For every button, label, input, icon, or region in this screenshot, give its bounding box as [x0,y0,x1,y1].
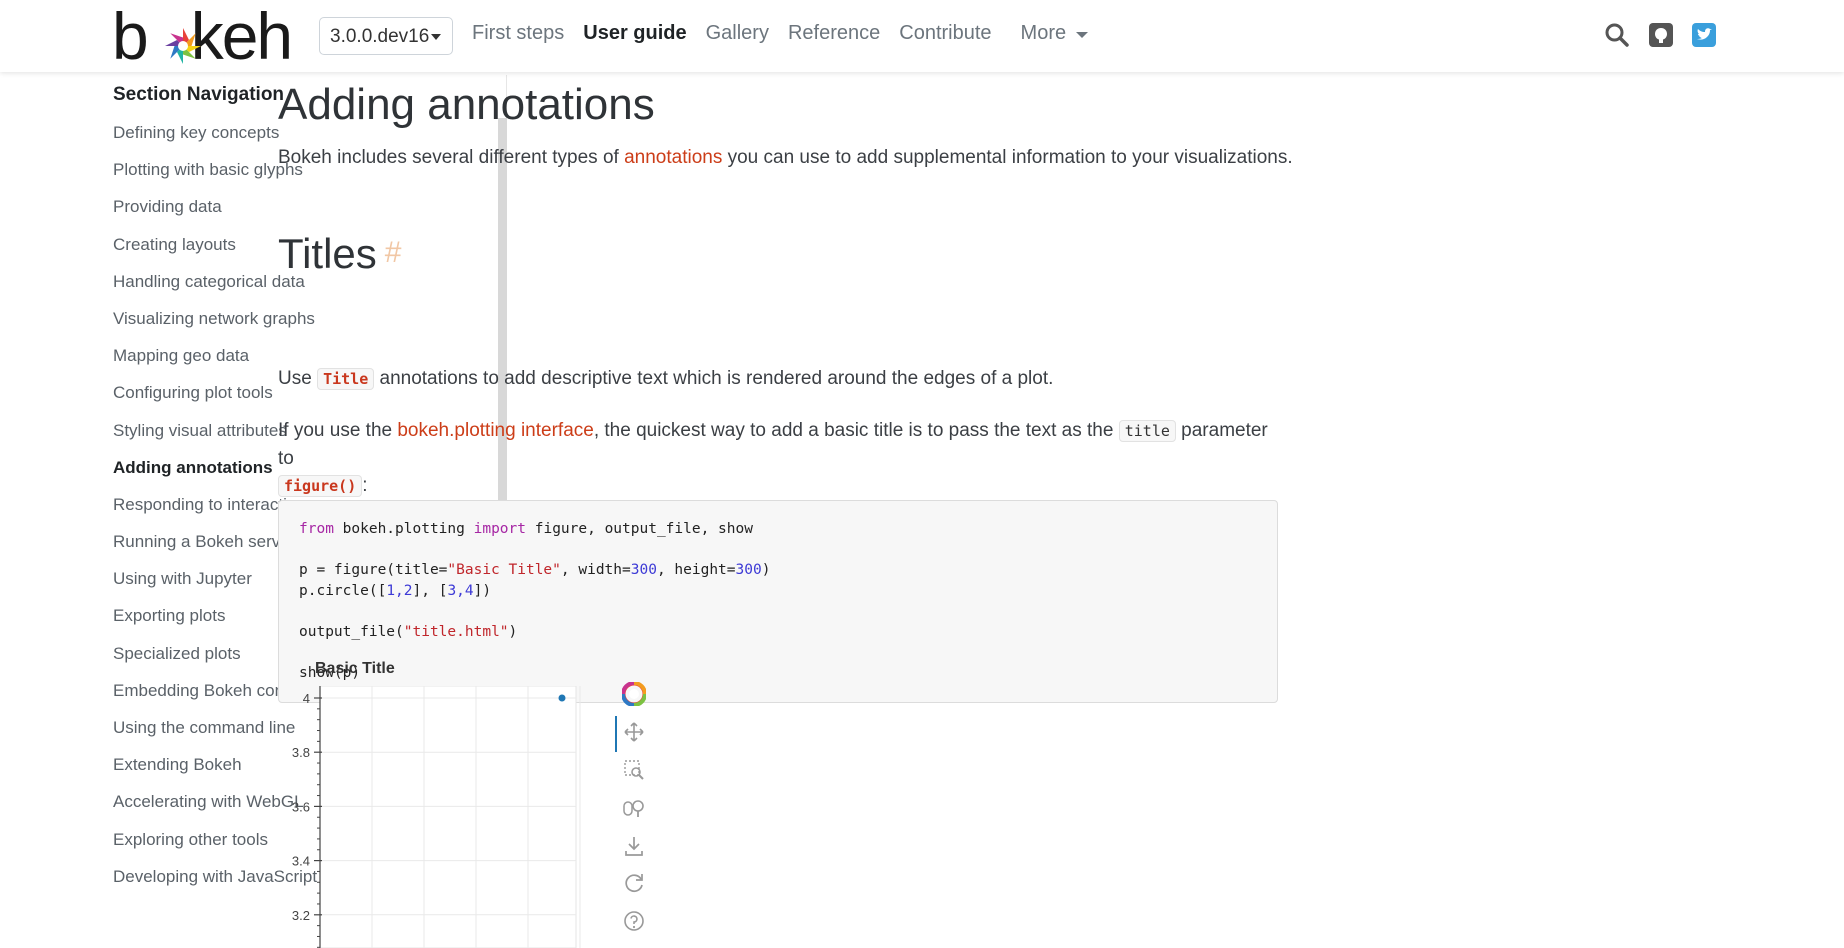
titles-description: Use Title annotations to add descriptive… [278,365,1053,393]
active-tool-indicator [615,716,617,752]
inline-code-title[interactable]: Title [317,368,375,390]
y-tick-label: 3.2 [292,908,310,923]
nav-gallery[interactable]: Gallery [706,22,769,45]
para-text-end: : [362,475,368,496]
wheel-zoom-icon[interactable] [622,796,646,820]
section-anchor-link[interactable]: # [385,236,402,269]
sidebar-item-exploring-other-tools[interactable]: Exploring other tools [113,827,283,864]
top-navbar: b keh 3.0.0.dev16 First steps User guide … [0,0,1844,73]
annotations-link[interactable]: annotations [624,147,722,168]
sidebar-item-running-a-bokeh-server[interactable]: Running a Bokeh server [113,529,295,566]
github-icon[interactable] [1648,22,1674,48]
nav-user-guide[interactable]: User guide [583,22,686,45]
sidebar-item-accelerating-with-webgl[interactable]: Accelerating with WebGL [113,789,304,826]
plot-toolbar [614,682,654,948]
sidebar-item-developing-with-javascript[interactable]: Developing with JavaScript [113,864,317,901]
y-tick-label: 3.8 [292,745,310,760]
code-line-4: output_file("title.html") [299,623,518,640]
chevron-down-icon [1076,32,1089,38]
pan-icon[interactable] [622,720,646,744]
section-title-titles: Titles # [278,222,401,285]
sidebar-item-using-with-jupyter[interactable]: Using with Jupyter [113,566,283,603]
data-point[interactable] [558,694,566,702]
twitter-icon[interactable] [1691,22,1717,48]
sidebar-item-providing-data[interactable]: Providing data [113,194,283,231]
code-line-2: p = figure(title="Basic Title", width=30… [299,562,771,578]
sidebar-item-plotting-with-basic-glyphs[interactable]: Plotting with basic glyphs [113,157,303,194]
para-text-mid: , the quickest way to add a basic title … [593,420,1119,441]
y-tick-label: 3.6 [292,799,310,814]
version-value: 3.0.0.dev16 [330,26,430,47]
nav-reference[interactable]: Reference [788,22,880,45]
plot-frame [319,686,577,948]
sidebar-item-exporting-plots[interactable]: Exporting plots [113,603,283,640]
sidebar-item-styling-visual-attributes[interactable]: Styling visual attributes [113,418,287,455]
code-line-1: from bokeh.plotting import figure, outpu… [299,521,753,537]
sidebar-item-extending-bokeh[interactable]: Extending Bokeh [113,752,283,789]
lead-text: Bokeh includes several different types o… [278,147,625,168]
bokeh-logo-icon[interactable] [622,682,646,706]
sidebar-item-mapping-geo-data[interactable]: Mapping geo data [113,343,283,380]
section-title-text: Titles [278,230,377,277]
section-navigation: Section Navigation Defining key concepts… [113,84,317,901]
main-nav: First steps User guide Gallery Reference… [472,22,1107,45]
y-tick-label: 4 [303,691,310,706]
search-icon[interactable] [1604,22,1630,48]
nav-more-label: More [1020,22,1067,44]
version-dropdown[interactable]: 3.0.0.dev16 [319,17,453,55]
box-zoom-icon[interactable] [622,758,646,782]
plotting-interface-paragraph: If you use the bokeh.plotting interface,… [278,417,1280,500]
sidebar-item-using-the-command-line[interactable]: Using the command line [113,715,295,752]
bokeh-plotting-link[interactable]: bokeh.plotting interface [397,420,593,441]
bokeh-plot[interactable]: Basic Title 4 3.8 3.6 3.4 3.2 [278,656,658,948]
lead-paragraph: Bokeh includes several different types o… [278,144,1293,171]
inline-code-title-param: title [1118,420,1176,442]
sidebar-title: Section Navigation [113,84,285,105]
nav-contribute[interactable]: Contribute [899,22,991,45]
sidebar-item-configuring-plot-tools[interactable]: Configuring plot tools [113,380,283,417]
plot-canvas[interactable]: 4 3.8 3.6 3.4 3.2 [278,686,618,948]
sidebar-item-defining-key-concepts[interactable]: Defining key concepts [113,120,283,157]
save-icon[interactable] [622,834,646,858]
y-tick-label: 3.4 [292,854,310,869]
sidebar-item-embedding-bokeh-content[interactable]: Embedding Bokeh content [113,678,312,715]
bokeh-flower-icon [165,28,201,64]
plot-title: Basic Title [315,660,395,677]
para-text-end: annotations to add descriptive text whic… [374,368,1054,389]
sidebar-item-visualizing-network-graphs[interactable]: Visualizing network graphs [113,306,315,343]
para-text: Use [278,368,318,389]
main-content: Adding annotations Bokeh includes severa… [278,70,1293,703]
bokeh-logo[interactable]: b keh [112,0,312,73]
reset-icon[interactable] [622,871,646,895]
page-title: Adding annotations [278,80,655,129]
code-line-3: p.circle([1,2], [3,4]) [299,582,492,599]
nav-first-steps[interactable]: First steps [472,22,564,45]
sidebar-item-adding-annotations[interactable]: Adding annotations [113,455,283,492]
para-text: If you use the [278,420,398,441]
lead-text-end: you can use to add supplemental informat… [722,147,1293,168]
chevron-down-icon [431,34,441,40]
sidebar-item-creating-layouts[interactable]: Creating layouts [113,232,283,269]
sidebar-item-specialized-plots[interactable]: Specialized plots [113,641,283,678]
sidebar-item-handling-categorical-data[interactable]: Handling categorical data [113,269,305,306]
inline-code-figure[interactable]: figure() [278,475,363,497]
sidebar-item-responding-to-interactions[interactable]: Responding to interactions [113,492,314,529]
nav-more-dropdown[interactable]: More [1021,22,1089,45]
help-icon[interactable] [622,909,646,933]
